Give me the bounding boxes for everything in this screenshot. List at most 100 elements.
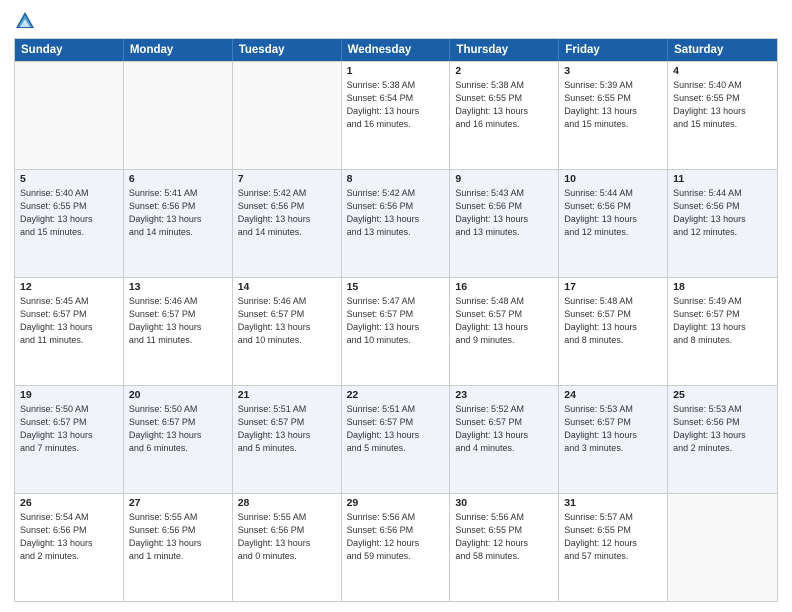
calendar-cell: 29 Sunrise: 5:56 AM Sunset: 6:56 PM Dayli… <box>342 494 451 601</box>
cell-info: Sunrise: 5:43 AM Sunset: 6:56 PM Dayligh… <box>455 187 553 239</box>
cell-info: Sunrise: 5:51 AM Sunset: 6:57 PM Dayligh… <box>238 403 336 455</box>
cell-info: Sunrise: 5:53 AM Sunset: 6:57 PM Dayligh… <box>564 403 662 455</box>
cell-info: Sunrise: 5:52 AM Sunset: 6:57 PM Dayligh… <box>455 403 553 455</box>
cell-info: Sunrise: 5:44 AM Sunset: 6:56 PM Dayligh… <box>673 187 772 239</box>
cell-info: Sunrise: 5:53 AM Sunset: 6:56 PM Dayligh… <box>673 403 772 455</box>
cell-date: 27 <box>129 497 227 509</box>
cell-info: Sunrise: 5:44 AM Sunset: 6:56 PM Dayligh… <box>564 187 662 239</box>
header-cell-thursday: Thursday <box>450 39 559 61</box>
calendar-cell: 30 Sunrise: 5:56 AM Sunset: 6:55 PM Dayli… <box>450 494 559 601</box>
calendar-cell <box>668 494 777 601</box>
cell-date: 7 <box>238 173 336 185</box>
cell-info: Sunrise: 5:47 AM Sunset: 6:57 PM Dayligh… <box>347 295 445 347</box>
cell-date: 31 <box>564 497 662 509</box>
cell-date: 18 <box>673 281 772 293</box>
calendar-cell <box>233 62 342 169</box>
cell-info: Sunrise: 5:38 AM Sunset: 6:55 PM Dayligh… <box>455 79 553 131</box>
calendar-cell: 20 Sunrise: 5:50 AM Sunset: 6:57 PM Dayli… <box>124 386 233 493</box>
calendar-cell: 22 Sunrise: 5:51 AM Sunset: 6:57 PM Dayli… <box>342 386 451 493</box>
calendar-row-1: 5 Sunrise: 5:40 AM Sunset: 6:55 PM Daylig… <box>15 169 777 277</box>
calendar-header-row: SundayMondayTuesdayWednesdayThursdayFrid… <box>15 39 777 61</box>
cell-date: 25 <box>673 389 772 401</box>
calendar-cell: 7 Sunrise: 5:42 AM Sunset: 6:56 PM Daylig… <box>233 170 342 277</box>
cell-date: 8 <box>347 173 445 185</box>
header-cell-sunday: Sunday <box>15 39 124 61</box>
calendar: SundayMondayTuesdayWednesdayThursdayFrid… <box>14 38 778 602</box>
cell-info: Sunrise: 5:49 AM Sunset: 6:57 PM Dayligh… <box>673 295 772 347</box>
calendar-cell: 28 Sunrise: 5:55 AM Sunset: 6:56 PM Dayli… <box>233 494 342 601</box>
header-cell-wednesday: Wednesday <box>342 39 451 61</box>
cell-info: Sunrise: 5:42 AM Sunset: 6:56 PM Dayligh… <box>238 187 336 239</box>
calendar-cell: 13 Sunrise: 5:46 AM Sunset: 6:57 PM Dayli… <box>124 278 233 385</box>
calendar-row-3: 19 Sunrise: 5:50 AM Sunset: 6:57 PM Dayli… <box>15 385 777 493</box>
calendar-cell: 2 Sunrise: 5:38 AM Sunset: 6:55 PM Daylig… <box>450 62 559 169</box>
calendar-cell: 11Sunrise: 5:44 AM Sunset: 6:56 PM Dayli… <box>668 170 777 277</box>
calendar-body: 1Sunrise: 5:38 AM Sunset: 6:54 PM Daylig… <box>15 61 777 601</box>
calendar-cell: 16Sunrise: 5:48 AM Sunset: 6:57 PM Dayli… <box>450 278 559 385</box>
calendar-cell: 10 Sunrise: 5:44 AM Sunset: 6:56 PM Dayli… <box>559 170 668 277</box>
header <box>14 10 778 32</box>
cell-date: 22 <box>347 389 445 401</box>
cell-info: Sunrise: 5:54 AM Sunset: 6:56 PM Dayligh… <box>20 511 118 563</box>
calendar-cell: 6 Sunrise: 5:41 AM Sunset: 6:56 PM Daylig… <box>124 170 233 277</box>
cell-info: Sunrise: 5:50 AM Sunset: 6:57 PM Dayligh… <box>129 403 227 455</box>
cell-info: Sunrise: 5:40 AM Sunset: 6:55 PM Dayligh… <box>20 187 118 239</box>
calendar-cell: 18 Sunrise: 5:49 AM Sunset: 6:57 PM Dayli… <box>668 278 777 385</box>
cell-date: 1 <box>347 65 445 77</box>
page: SundayMondayTuesdayWednesdayThursdayFrid… <box>0 0 792 612</box>
cell-info: Sunrise: 5:51 AM Sunset: 6:57 PM Dayligh… <box>347 403 445 455</box>
logo <box>14 10 40 32</box>
calendar-row-4: 26Sunrise: 5:54 AM Sunset: 6:56 PM Dayli… <box>15 493 777 601</box>
cell-info: Sunrise: 5:50 AM Sunset: 6:57 PM Dayligh… <box>20 403 118 455</box>
cell-date: 24 <box>564 389 662 401</box>
calendar-cell: 5 Sunrise: 5:40 AM Sunset: 6:55 PM Daylig… <box>15 170 124 277</box>
cell-info: Sunrise: 5:48 AM Sunset: 6:57 PM Dayligh… <box>564 295 662 347</box>
cell-date: 20 <box>129 389 227 401</box>
calendar-cell: 27 Sunrise: 5:55 AM Sunset: 6:56 PM Dayli… <box>124 494 233 601</box>
cell-date: 14 <box>238 281 336 293</box>
calendar-cell: 23 Sunrise: 5:52 AM Sunset: 6:57 PM Dayli… <box>450 386 559 493</box>
cell-info: Sunrise: 5:45 AM Sunset: 6:57 PM Dayligh… <box>20 295 118 347</box>
calendar-cell: 19 Sunrise: 5:50 AM Sunset: 6:57 PM Dayli… <box>15 386 124 493</box>
cell-date: 13 <box>129 281 227 293</box>
cell-info: Sunrise: 5:56 AM Sunset: 6:56 PM Dayligh… <box>347 511 445 563</box>
calendar-cell <box>124 62 233 169</box>
cell-info: Sunrise: 5:46 AM Sunset: 6:57 PM Dayligh… <box>238 295 336 347</box>
calendar-cell: 4Sunrise: 5:40 AM Sunset: 6:55 PM Daylig… <box>668 62 777 169</box>
cell-date: 30 <box>455 497 553 509</box>
cell-info: Sunrise: 5:55 AM Sunset: 6:56 PM Dayligh… <box>238 511 336 563</box>
calendar-cell: 9Sunrise: 5:43 AM Sunset: 6:56 PM Daylig… <box>450 170 559 277</box>
cell-date: 23 <box>455 389 553 401</box>
calendar-cell: 31 Sunrise: 5:57 AM Sunset: 6:55 PM Dayli… <box>559 494 668 601</box>
calendar-cell: 15Sunrise: 5:47 AM Sunset: 6:57 PM Dayli… <box>342 278 451 385</box>
calendar-cell: 12Sunrise: 5:45 AM Sunset: 6:57 PM Dayli… <box>15 278 124 385</box>
calendar-cell: 25 Sunrise: 5:53 AM Sunset: 6:56 PM Dayli… <box>668 386 777 493</box>
cell-date: 28 <box>238 497 336 509</box>
cell-info: Sunrise: 5:55 AM Sunset: 6:56 PM Dayligh… <box>129 511 227 563</box>
cell-date: 16 <box>455 281 553 293</box>
cell-info: Sunrise: 5:56 AM Sunset: 6:55 PM Dayligh… <box>455 511 553 563</box>
cell-date: 3 <box>564 65 662 77</box>
cell-date: 5 <box>20 173 118 185</box>
header-cell-saturday: Saturday <box>668 39 777 61</box>
calendar-cell: 14 Sunrise: 5:46 AM Sunset: 6:57 PM Dayli… <box>233 278 342 385</box>
calendar-cell: 21 Sunrise: 5:51 AM Sunset: 6:57 PM Dayli… <box>233 386 342 493</box>
cell-date: 6 <box>129 173 227 185</box>
cell-date: 2 <box>455 65 553 77</box>
cell-date: 29 <box>347 497 445 509</box>
calendar-cell: 26Sunrise: 5:54 AM Sunset: 6:56 PM Dayli… <box>15 494 124 601</box>
cell-info: Sunrise: 5:42 AM Sunset: 6:56 PM Dayligh… <box>347 187 445 239</box>
cell-info: Sunrise: 5:46 AM Sunset: 6:57 PM Dayligh… <box>129 295 227 347</box>
calendar-cell: 24 Sunrise: 5:53 AM Sunset: 6:57 PM Dayli… <box>559 386 668 493</box>
calendar-cell: 17Sunrise: 5:48 AM Sunset: 6:57 PM Dayli… <box>559 278 668 385</box>
cell-date: 21 <box>238 389 336 401</box>
cell-info: Sunrise: 5:57 AM Sunset: 6:55 PM Dayligh… <box>564 511 662 563</box>
cell-date: 4 <box>673 65 772 77</box>
calendar-row-2: 12Sunrise: 5:45 AM Sunset: 6:57 PM Dayli… <box>15 277 777 385</box>
header-cell-monday: Monday <box>124 39 233 61</box>
calendar-cell: 3Sunrise: 5:39 AM Sunset: 6:55 PM Daylig… <box>559 62 668 169</box>
header-cell-tuesday: Tuesday <box>233 39 342 61</box>
cell-info: Sunrise: 5:41 AM Sunset: 6:56 PM Dayligh… <box>129 187 227 239</box>
cell-date: 10 <box>564 173 662 185</box>
cell-date: 19 <box>20 389 118 401</box>
